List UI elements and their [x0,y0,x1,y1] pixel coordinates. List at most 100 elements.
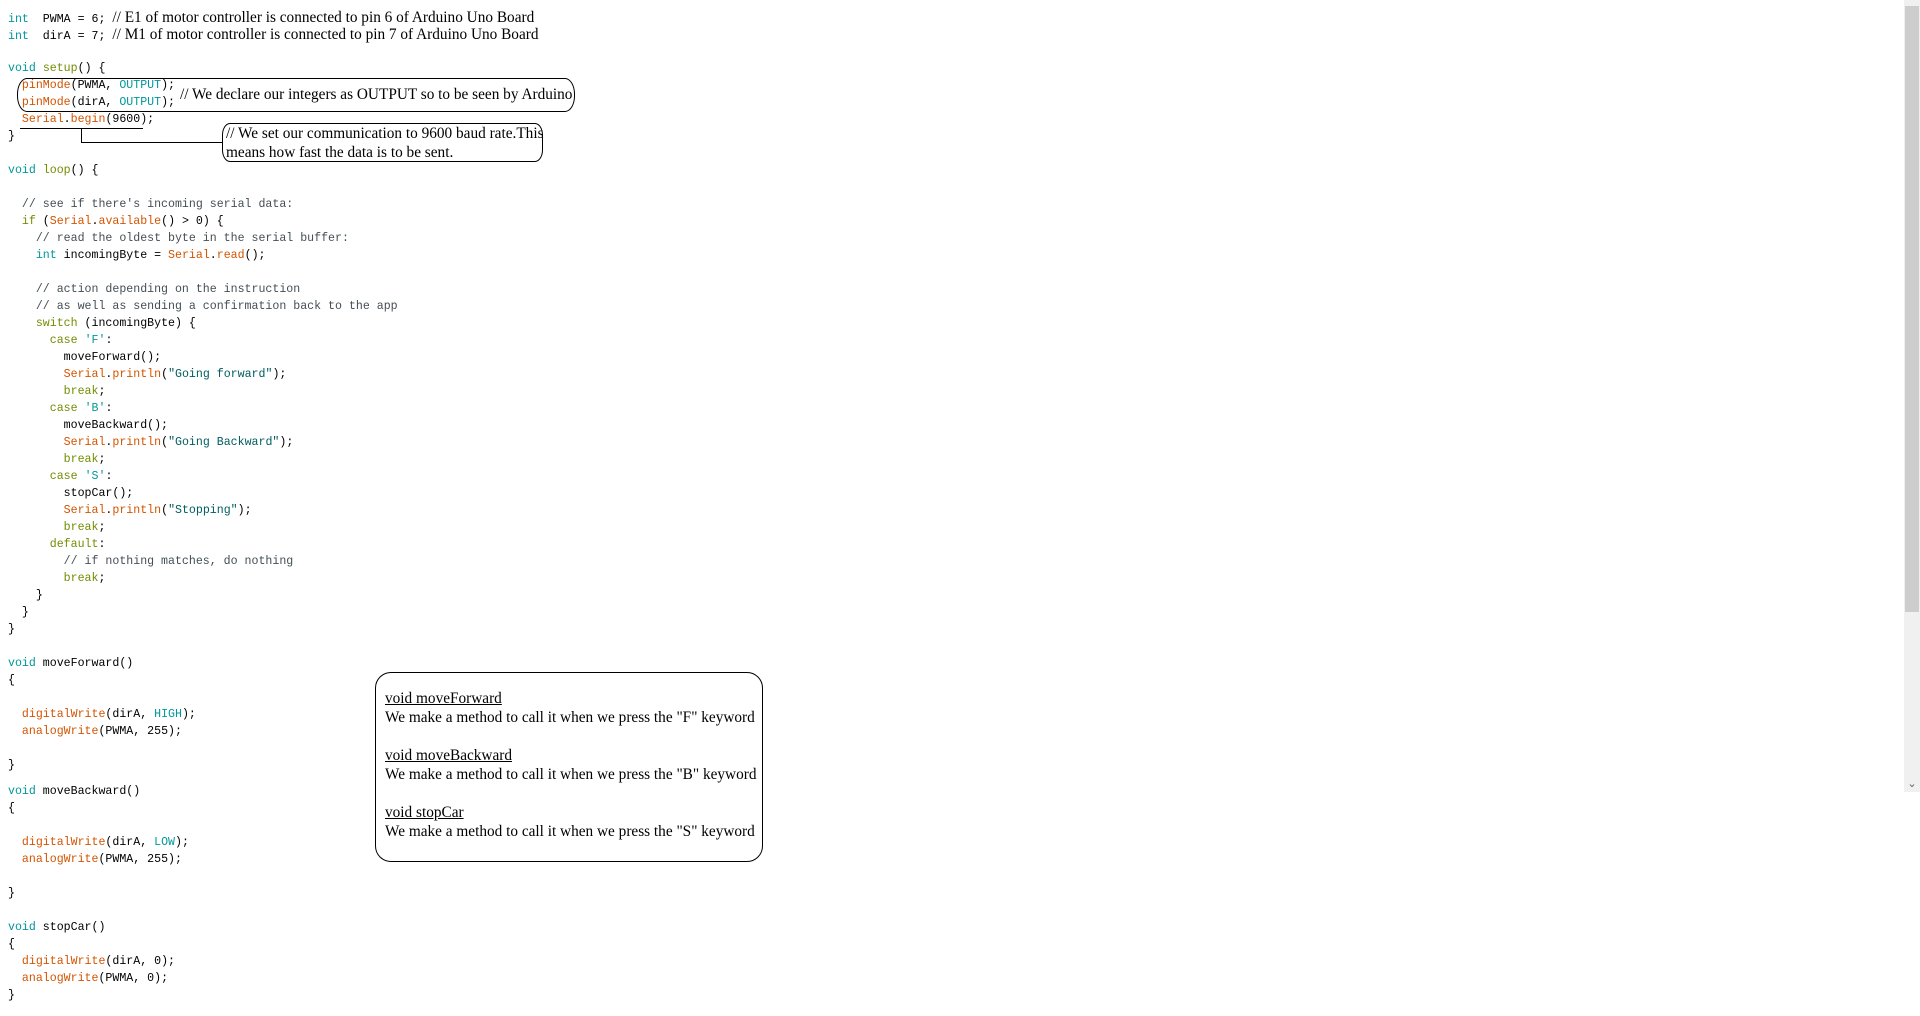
code-line: analogWrite(PWMA, 0); [8,970,168,987]
code-line: digitalWrite(dirA, LOW); [8,834,189,851]
code-token: int [8,30,29,43]
code-token: "Going forward" [168,368,273,381]
code-token: break [63,453,99,466]
code-token: Serial [49,215,92,228]
code-token: : [105,334,113,347]
code-line: break; [8,383,106,400]
code-token: "Stopping" [168,504,238,517]
code-token: { [8,674,15,687]
scroll-down-button[interactable]: ⌄ [1904,776,1920,792]
code-token: ; [98,521,106,534]
note-desc-move-forward: We make a method to call it when we pres… [385,709,755,726]
code-token: incomingByte = [56,249,169,262]
code-token: (PWMA, 0); [98,972,169,985]
note-title-move-forward: void moveForward [385,690,502,707]
code-token: ; [98,453,106,466]
code-line: int incomingByte = Serial.read(); [8,247,266,264]
code-token: ); [181,708,196,721]
code-line: if (Serial.available() > 0) { [8,213,224,230]
serial-callout-line-1: // We set our communication to 9600 baud… [226,125,544,142]
code-token: PWMA = [28,13,92,26]
code-token: case [49,470,78,483]
code-token: case [49,334,78,347]
code-token: Serial [63,504,106,517]
code-line: default: [8,536,106,553]
code-line: } [8,757,15,774]
code-line: analogWrite(PWMA, 255); [8,723,182,740]
code-line: Serial.begin(9600); [8,111,154,128]
code-token: LOW [154,836,175,849]
serial-callout-line-2: means how fast the data is to be sent. [226,144,454,161]
code-token: (incomingByte) { [77,317,196,330]
code-token: "Going Backward" [168,436,280,449]
inline-annotation: // E1 of motor controller is connected t… [112,9,535,26]
code-line: } [8,604,29,621]
code-token: int [8,13,29,26]
code-token: // read the oldest byte in the serial bu… [8,232,349,245]
code-token: } [8,589,43,602]
code-line: int dirA = 7; // M1 of motor controller … [8,26,539,43]
code-line: digitalWrite(dirA, HIGH); [8,706,196,723]
code-line: case 'F': [8,332,113,349]
code-token: analogWrite [21,972,99,985]
code-token: (dirA, [105,836,155,849]
code-line: moveBackward(); [8,417,168,434]
code-line: stopCar(); [8,485,134,502]
code-token: ); [175,836,189,849]
code-token: // see if there's incoming serial data: [8,198,294,211]
code-line: Serial.println("Going forward"); [8,366,287,383]
code-token: void [8,657,36,670]
code-line: void moveBackward() [8,783,140,800]
code-token: default [49,538,99,551]
code-token: loop [42,164,71,177]
code-token: moveBackward(); [8,419,169,432]
note-desc-move-backward: We make a method to call it when we pres… [385,766,757,783]
code-token: int [35,249,57,262]
code-line: case 'B': [8,400,113,417]
code-token: } [8,989,15,1002]
code-line: void setup() { [8,60,105,77]
code-line: // read the oldest byte in the serial bu… [8,230,349,247]
code-token: 'B' [84,402,106,415]
code-token: digitalWrite [21,955,106,968]
code-token: 7; [91,30,113,43]
code-line: switch (incomingByte) { [8,315,196,332]
code-token: println [112,436,162,449]
code-token: (9600); [105,113,155,126]
code-token: (dirA, 0); [105,955,175,968]
code-token: : [105,470,113,483]
code-line: } [8,128,15,145]
code-line: Serial.println("Going Backward"); [8,434,294,451]
scrollbar-thumb[interactable] [1905,6,1919,612]
code-token: moveForward() [35,657,134,670]
code-token: ; [98,572,106,585]
serial-callout-text: // We set our communication to 9600 baud… [226,124,544,162]
code-token: void [8,62,36,75]
code-token: Serial [21,113,64,126]
code-line: } [8,885,15,902]
code-token: // if nothing matches, do nothing [8,555,294,568]
code-line: void loop() { [8,162,99,179]
code-token: void [8,921,36,934]
code-token: . [63,113,71,126]
code-token: begin [70,113,106,126]
code-token: } [8,130,15,143]
code-line: digitalWrite(dirA, 0); [8,953,175,970]
code-line: break; [8,570,106,587]
code-line: } [8,587,43,604]
code-token: ; [98,385,106,398]
code-line: moveForward(); [8,349,161,366]
